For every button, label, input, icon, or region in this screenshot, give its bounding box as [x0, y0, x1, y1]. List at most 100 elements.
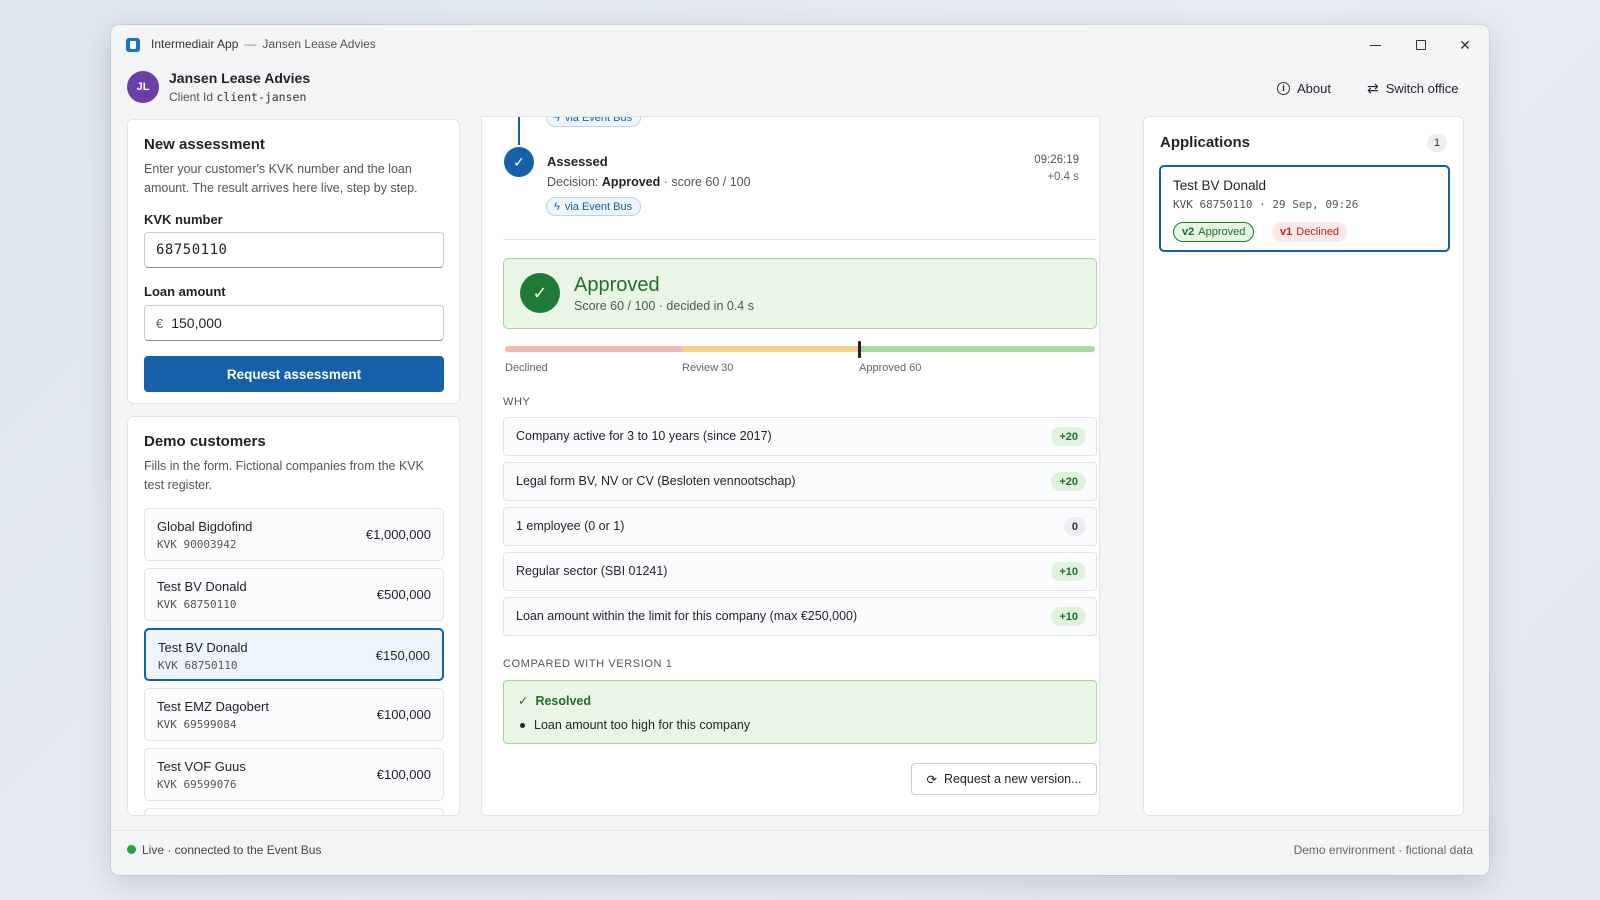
lightning-icon: ϟ — [554, 200, 560, 213]
resolved-label: Resolved — [535, 694, 592, 708]
applications-title: Applications — [1160, 134, 1251, 151]
scale-label-declined: Declined — [505, 362, 548, 374]
minimize-button[interactable] — [1353, 31, 1397, 59]
title-bar: Intermediair App — Jansen Lease Advies ✕ — [111, 25, 1489, 65]
step-decision-prefix: Decision: — [547, 175, 599, 189]
demo-customer-item[interactable]: Test BV Donald KVK 68750110 €500,000 — [144, 568, 444, 621]
why-heading: WHY — [503, 396, 531, 408]
event-bus-chip: ϟ via Event Bus — [546, 116, 642, 127]
demo-customer-name: Global Bigdofind — [157, 519, 253, 534]
reason-points: +10 — [1051, 607, 1086, 626]
event-bus-chip: ϟ via Event Bus — [546, 197, 642, 216]
kvk-label: KVK number — [144, 212, 223, 227]
maximize-button[interactable] — [1399, 31, 1443, 59]
step-delta: +0.4 s — [1047, 171, 1079, 183]
loan-amount-value: 150,000 — [171, 315, 222, 331]
resolved-item-text: Loan amount too high for this company — [534, 718, 751, 732]
bullet-icon — [520, 723, 525, 729]
app-name: Intermediair App — [151, 37, 239, 51]
demo-customer-item-selected[interactable]: Test BV Donald KVK 68750110 €150,000 — [144, 628, 444, 681]
demo-customers-description: Fills in the form. Fictional companies f… — [144, 459, 424, 492]
new-assessment-panel: New assessment Enter your customer's KVK… — [127, 119, 460, 404]
scale-segment-approved — [859, 346, 1095, 352]
reason-row: Company active for 3 to 10 years (since … — [503, 417, 1097, 456]
reason-text: 1 employee (0 or 1) — [516, 519, 625, 533]
score-scale — [505, 346, 1095, 352]
step-score: · score 60 / 100 — [663, 175, 751, 189]
step-time: 09:26:19 — [1034, 154, 1079, 166]
demo-customer-item[interactable]: Test VOF Guus KVK 69599076 €100,000 — [144, 748, 444, 801]
request-new-version-button[interactable]: ⟳ Request a new version... — [911, 763, 1097, 795]
badge-version: v2 — [1182, 226, 1195, 238]
step-title: Assessed — [547, 154, 608, 169]
kvk-input[interactable]: 68750110 — [144, 232, 444, 268]
avatar: JL — [127, 71, 159, 103]
demo-customer-amount: €500,000 — [376, 587, 431, 602]
refresh-icon: ⟳ — [926, 772, 937, 787]
app-icon — [126, 38, 140, 52]
version-badge-declined: v1 Declined — [1272, 222, 1348, 242]
close-icon: ✕ — [1459, 36, 1471, 53]
demo-customer-amount: €150,000 — [375, 648, 430, 663]
reason-row: Loan amount within the limit for this co… — [503, 597, 1097, 636]
event-bus-chip-label: via Event Bus — [564, 200, 633, 213]
result-title: Approved — [574, 274, 660, 296]
demo-customer-item[interactable]: Global Bigdofind KVK 90003942 €1,000,000 — [144, 508, 444, 561]
demo-customer-amount: €100,000 — [376, 707, 431, 722]
live-status-text: Live · connected to the Event Bus — [142, 843, 322, 857]
reason-text: Legal form BV, NV or CV (Besloten vennoo… — [516, 474, 796, 488]
kvk-input-value: 68750110 — [156, 242, 228, 258]
step-description: Decision: Approved · score 60 / 100 — [547, 175, 751, 189]
event-bus-chip-label: via Event Bus — [564, 116, 633, 124]
resolved-status: ✓ Resolved — [518, 693, 591, 708]
reason-text: Company active for 3 to 10 years (since … — [516, 429, 772, 443]
application-name: Test BV Donald — [1173, 178, 1267, 193]
reason-points: 0 — [1063, 517, 1086, 536]
title-separator: — — [244, 37, 257, 51]
request-assessment-button[interactable]: Request assessment — [144, 356, 444, 392]
lightning-icon: ϟ — [554, 116, 560, 124]
demo-customers-panel: Demo customers Fills in the form. Fictio… — [127, 416, 460, 816]
reason-text: Regular sector (SBI 01241) — [516, 564, 668, 578]
demo-customer-kvk: KVK 69599084 — [157, 718, 237, 731]
reason-points: +10 — [1051, 562, 1086, 581]
scale-segment-declined — [505, 346, 682, 352]
close-button[interactable]: ✕ — [1443, 31, 1487, 59]
reason-points: +20 — [1051, 427, 1086, 446]
loan-amount-input[interactable]: € 150,000 — [144, 305, 444, 341]
about-button[interactable]: i About — [1277, 77, 1331, 99]
swap-icon: ⇄ — [1367, 80, 1379, 96]
demo-customer-item-partial[interactable] — [144, 808, 444, 815]
switch-office-button[interactable]: ⇄ Switch office — [1367, 77, 1458, 99]
step-check-icon: ✓ — [504, 147, 534, 177]
maximize-icon — [1416, 40, 1426, 50]
request-new-version-label: Request a new version... — [943, 772, 1082, 786]
about-label: About — [1297, 80, 1331, 96]
reason-row: 1 employee (0 or 1) 0 — [503, 507, 1097, 546]
badge-version: v1 — [1280, 226, 1293, 238]
badge-label: Approved — [1198, 226, 1246, 238]
app-window: Intermediair App — Jansen Lease Advies ✕ J… — [111, 25, 1489, 875]
demo-customer-item[interactable]: Test EMZ Dagobert KVK 69599084 €100,000 — [144, 688, 444, 741]
divider — [503, 239, 1097, 240]
new-assessment-title: New assessment — [144, 136, 265, 153]
step-decision: Approved — [601, 175, 661, 189]
minimize-icon — [1369, 44, 1381, 46]
client-id-label: Client Id — [169, 90, 214, 104]
info-icon: i — [1277, 81, 1290, 95]
comparison-box: ✓ Resolved Loan amount too high for this… — [503, 680, 1097, 744]
demo-customer-list: Global Bigdofind KVK 90003942 €1,000,000… — [144, 508, 444, 815]
demo-customer-kvk: KVK 90003942 — [157, 538, 237, 551]
environment-note: Demo environment · fictional data — [1293, 843, 1473, 857]
demo-customer-amount: €100,000 — [376, 767, 431, 782]
demo-customer-name: Test BV Donald — [158, 640, 248, 655]
demo-customers-title: Demo customers — [144, 433, 266, 450]
scale-segment-review — [682, 346, 859, 352]
approved-check-icon: ✓ — [520, 273, 560, 313]
window-office-name: Jansen Lease Advies — [262, 37, 376, 51]
demo-customer-name: Test BV Donald — [157, 579, 247, 594]
demo-customer-kvk: KVK 68750110 — [157, 598, 237, 611]
office-name: Jansen Lease Advies — [169, 70, 311, 86]
application-card[interactable]: Test BV Donald KVK 68750110 · 29 Sep, 09… — [1159, 165, 1450, 252]
result-banner: ✓ Approved Score 60 / 100 · decided in 0… — [503, 258, 1097, 329]
